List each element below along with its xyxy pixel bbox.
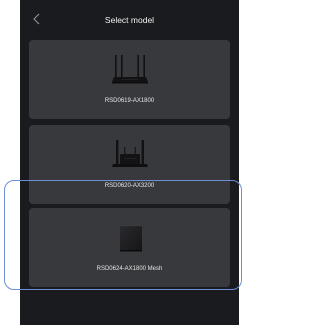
model-card-rsd0620[interactable]: RSD0620-AX3200: [29, 125, 230, 204]
router-four-antenna-icon: [29, 53, 230, 85]
router-antenna-rear-icon: [29, 137, 230, 171]
model-card-rsd0624-mesh[interactable]: RSD0624-AX1800 Mesh: [29, 208, 230, 287]
model-label: RSD0620-AX3200: [104, 183, 155, 189]
mesh-cube-router-icon: [29, 221, 230, 257]
model-label: RSD0619-AX1800: [104, 98, 155, 104]
header: Select model: [20, 0, 239, 40]
select-model-screen: Select model RSD0619-AX1800 RSD0620-AX32…: [20, 0, 239, 325]
page-title: Select model: [104, 15, 155, 25]
model-card-rsd0619[interactable]: RSD0619-AX1800: [29, 40, 230, 119]
model-label: RSD0624-AX1800 Mesh: [96, 266, 163, 272]
